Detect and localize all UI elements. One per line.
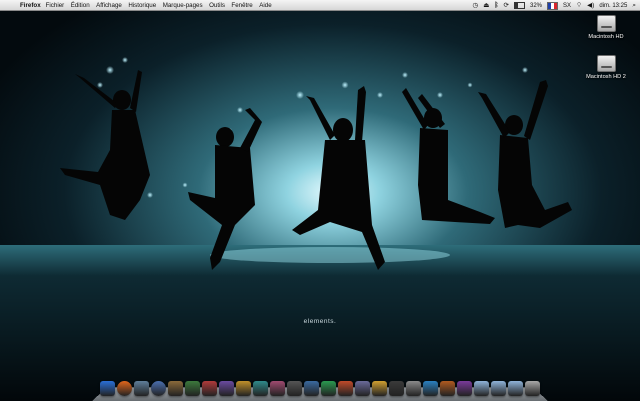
- app-icon[interactable]: [406, 381, 421, 396]
- app-icon[interactable]: [304, 381, 319, 396]
- utility-icon[interactable]: [168, 381, 183, 396]
- desktop-icon-macintosh-hd[interactable]: Macintosh HD: [576, 15, 636, 40]
- volume-icon[interactable]: ◀): [587, 0, 594, 11]
- dock: [100, 374, 540, 396]
- spotlight-icon[interactable]: ⌕: [632, 0, 636, 11]
- app-icon[interactable]: [372, 381, 387, 396]
- app-icon[interactable]: [389, 381, 404, 396]
- app-icon[interactable]: [338, 381, 353, 396]
- folder-icon[interactable]: [508, 381, 523, 396]
- time-machine-icon[interactable]: ◷: [473, 0, 479, 11]
- trash-icon[interactable]: [525, 381, 540, 396]
- input-source-label[interactable]: SX: [563, 3, 571, 9]
- preview-icon[interactable]: [134, 381, 149, 396]
- menu-extras: ◷ ⏏ ᛒ ⟳ 32% SX ⌔ ◀) dim. 13:25 ⌕: [473, 0, 636, 11]
- folder-icon[interactable]: [474, 381, 489, 396]
- sync-icon[interactable]: ⟳: [504, 0, 509, 11]
- desktop-icon-macintosh-hd-2[interactable]: Macintosh HD 2: [576, 55, 636, 80]
- app-icon[interactable]: [185, 381, 200, 396]
- app-icon[interactable]: [236, 381, 251, 396]
- folder-icon[interactable]: [491, 381, 506, 396]
- app-icon[interactable]: [270, 381, 285, 396]
- firefox-icon[interactable]: [117, 381, 132, 396]
- desktop-icon-label: Macintosh HD 2: [586, 74, 626, 80]
- battery-percent: 32%: [530, 2, 543, 9]
- itunes-icon[interactable]: [151, 381, 166, 396]
- menu-bar: Firefox Fichier Édition Affichage Histor…: [0, 0, 640, 11]
- menu-aide[interactable]: Aide: [259, 2, 271, 9]
- wallpaper-caption: elements.: [303, 318, 337, 325]
- app-icon[interactable]: [440, 381, 455, 396]
- eject-icon[interactable]: ⏏: [483, 0, 489, 11]
- app-icon[interactable]: [287, 381, 302, 396]
- hard-drive-icon: [596, 55, 616, 72]
- menu-historique[interactable]: Historique: [128, 2, 156, 9]
- menu-fichier[interactable]: Fichier: [46, 2, 65, 9]
- app-icon[interactable]: [202, 381, 217, 396]
- bluetooth-icon[interactable]: ᛒ: [494, 2, 498, 9]
- desktop-wallpaper: [0, 0, 640, 400]
- menu-fenetre[interactable]: Fenêtre: [231, 2, 252, 9]
- app-icon[interactable]: [219, 381, 234, 396]
- menu-edition[interactable]: Édition: [71, 2, 90, 9]
- app-icon[interactable]: [253, 381, 268, 396]
- app-icon[interactable]: [423, 381, 438, 396]
- menu-app-firefox[interactable]: Firefox: [20, 2, 41, 9]
- finder-icon[interactable]: [100, 381, 115, 396]
- menu-affichage[interactable]: Affichage: [96, 2, 122, 9]
- flag-icon[interactable]: [547, 1, 559, 10]
- menu-marque-pages[interactable]: Marque-pages: [163, 2, 203, 9]
- desktop-icon-label: Macintosh HD: [588, 34, 624, 40]
- menu-outils[interactable]: Outils: [209, 2, 225, 9]
- app-icon[interactable]: [321, 381, 336, 396]
- battery-icon[interactable]: [514, 2, 525, 9]
- app-icon[interactable]: [457, 381, 472, 396]
- menu-clock[interactable]: dim. 13:25: [599, 3, 627, 9]
- app-icon[interactable]: [355, 381, 370, 396]
- wifi-icon[interactable]: ⌔: [576, 0, 582, 11]
- hard-drive-icon: [596, 15, 616, 32]
